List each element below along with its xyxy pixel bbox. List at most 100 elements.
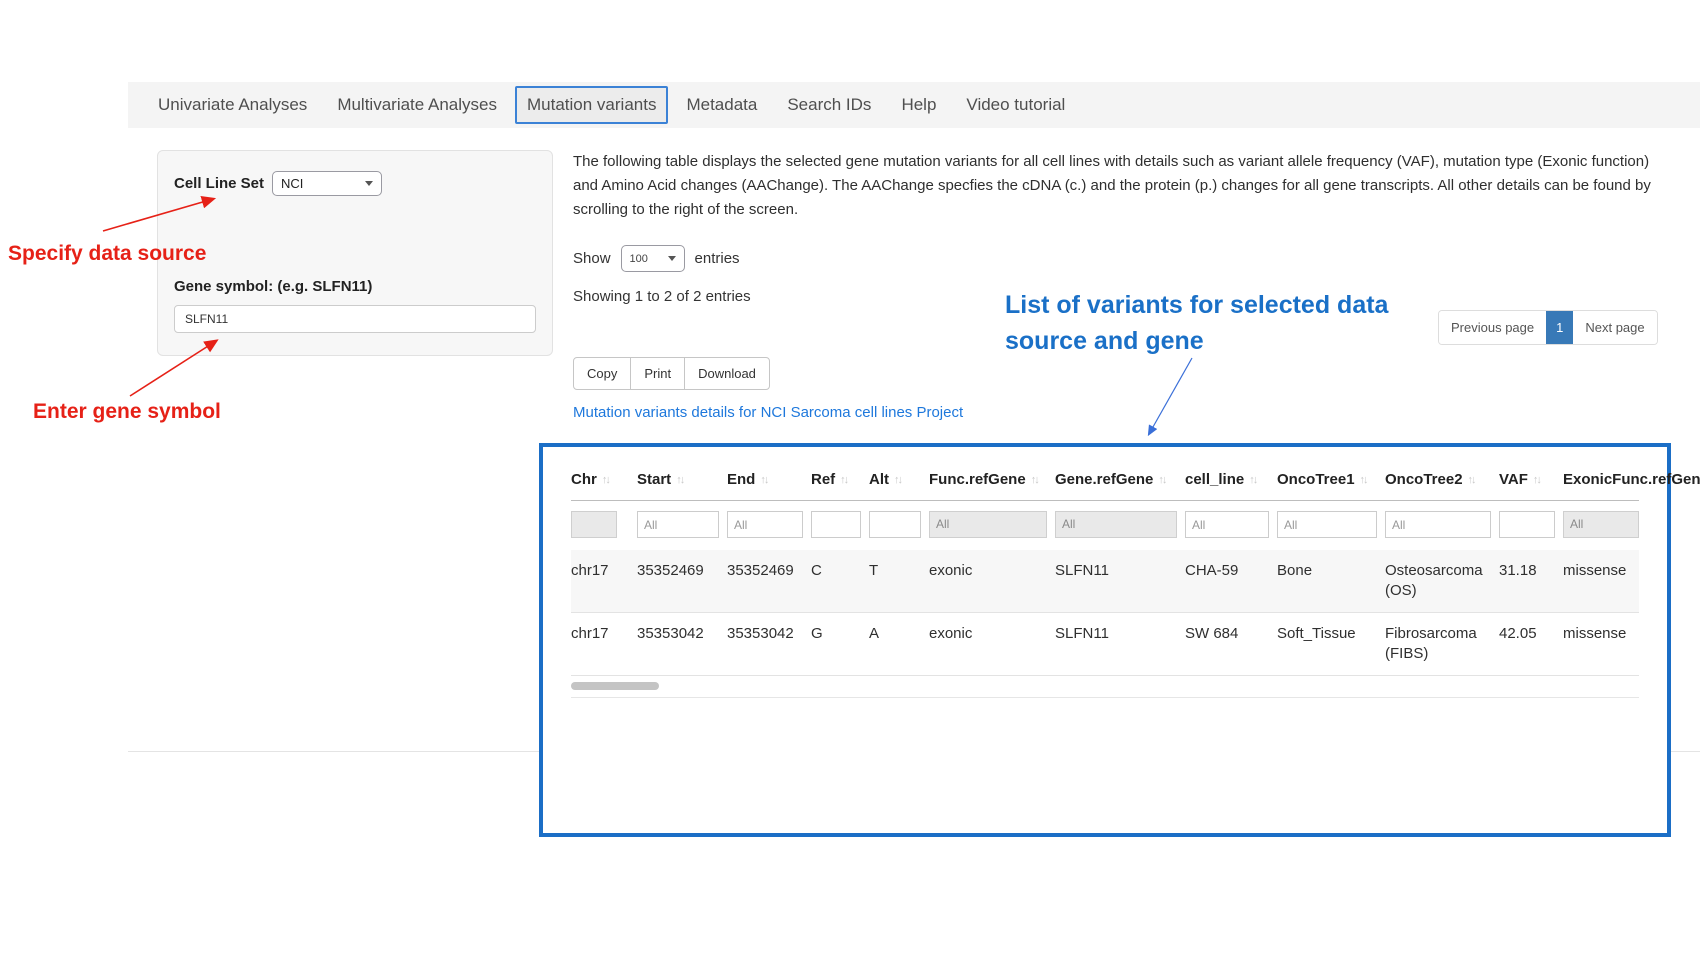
filter-vaf[interactable] <box>1499 511 1555 538</box>
sort-icon[interactable]: ↑↓ <box>840 474 847 486</box>
sort-icon[interactable]: ↑↓ <box>602 474 609 486</box>
column-header-oncotree2[interactable]: OncoTree2 ↑↓ <box>1385 471 1491 500</box>
table-body: chr173535246935352469CTexonicSLFN11CHA-5… <box>571 550 1639 676</box>
filter-ref[interactable] <box>811 511 861 538</box>
gene-symbol-label: Gene symbol: (e.g. SLFN11) <box>174 278 536 295</box>
cell-line-set-select[interactable]: NCI <box>272 171 382 196</box>
sort-icon[interactable]: ↑↓ <box>1533 474 1540 486</box>
tab-search-ids[interactable]: Search IDs <box>775 86 883 124</box>
column-header-func-refgene[interactable]: Func.refGene ↑↓ <box>929 471 1047 500</box>
cell-vaf: 31.18 <box>1499 561 1555 601</box>
horizontal-scrollbar[interactable] <box>571 676 1639 698</box>
previous-page-button[interactable]: Previous page <box>1439 311 1546 344</box>
tab-video-tutorial[interactable]: Video tutorial <box>954 86 1077 124</box>
cell-alt: A <box>869 624 921 664</box>
filter-cell <box>869 511 921 538</box>
column-label: ExonicFunc.refGene <box>1563 471 1700 488</box>
sort-icon[interactable]: ↑↓ <box>760 474 767 486</box>
column-label: Func.refGene <box>929 471 1026 488</box>
tab-metadata[interactable]: Metadata <box>674 86 769 124</box>
page-length-select[interactable]: 100 <box>621 245 685 272</box>
filter-cell <box>637 511 719 538</box>
pagination: Previous page 1 Next page <box>1438 310 1658 345</box>
column-header-cell-line[interactable]: cell_line↑↓ <box>1185 471 1269 500</box>
filter-chr[interactable] <box>571 511 617 538</box>
cell-exonicfunc-refgene: missense <box>1563 624 1639 664</box>
column-label: OncoTree1 <box>1277 471 1355 488</box>
annotation-enter-gene-symbol: Enter gene symbol <box>33 400 221 424</box>
filter-oncotree2[interactable] <box>1385 511 1491 538</box>
column-header-alt[interactable]: Alt↑↓ <box>869 471 921 500</box>
copy-button[interactable]: Copy <box>573 357 631 390</box>
column-header-ref[interactable]: Ref ↑↓ <box>811 471 861 500</box>
annotation-specify-data-source: Specify data source <box>8 242 206 266</box>
column-header-oncotree1[interactable]: OncoTree1 ↑↓ <box>1277 471 1377 500</box>
sort-icon[interactable]: ↑↓ <box>1360 474 1367 486</box>
cell-gene-refgene: SLFN11 <box>1055 624 1177 664</box>
column-header-start[interactable]: Start ↑↓ <box>637 471 719 500</box>
sort-icon[interactable]: ↑↓ <box>894 474 901 486</box>
download-button[interactable]: Download <box>684 357 770 390</box>
filter-cell <box>1185 511 1269 538</box>
cell-ref: C <box>811 561 861 601</box>
scrollbar-thumb[interactable] <box>571 682 659 690</box>
column-header-exonicfunc-refgene[interactable]: ExonicFunc.refGene↑↓ <box>1563 471 1700 500</box>
sort-icon[interactable]: ↑↓ <box>1158 474 1165 486</box>
column-label: VAF <box>1499 471 1528 488</box>
filter-cell: All <box>1055 511 1177 538</box>
sort-icon[interactable]: ↑↓ <box>676 474 683 486</box>
filter-alt[interactable] <box>869 511 921 538</box>
cell-gene-refgene: SLFN11 <box>1055 561 1177 601</box>
filter-end[interactable] <box>727 511 803 538</box>
cell-ref: G <box>811 624 861 664</box>
parameters-panel: Cell Line Set NCI Gene symbol: (e.g. SLF… <box>157 150 553 356</box>
filter-cell <box>811 511 861 538</box>
next-page-button[interactable]: Next page <box>1573 311 1656 344</box>
sort-icon[interactable]: ↑↓ <box>1249 474 1256 486</box>
filter-cell: All <box>1563 511 1639 538</box>
show-label: Show <box>573 250 611 267</box>
filter-func-refgene[interactable]: All <box>929 511 1047 538</box>
filter-start[interactable] <box>637 511 719 538</box>
filter-cell-line[interactable] <box>1185 511 1269 538</box>
column-header-vaf[interactable]: VAF ↑↓ <box>1499 471 1555 500</box>
cell-start: 35353042 <box>637 624 719 664</box>
column-label: Start <box>637 471 671 488</box>
filter-gene-refgene[interactable]: All <box>1055 511 1177 538</box>
print-button[interactable]: Print <box>630 357 685 390</box>
filter-cell <box>1499 511 1555 538</box>
column-header-end[interactable]: End↑↓ <box>727 471 803 500</box>
variants-table-card: Chr↑↓Start↑↓End↑↓Ref↑↓Alt↑↓Func.refGene↑… <box>539 443 1671 837</box>
cell-vaf: 42.05 <box>1499 624 1555 664</box>
sort-icon[interactable]: ↑↓ <box>1468 474 1475 486</box>
table-row[interactable]: chr173535246935352469CTexonicSLFN11CHA-5… <box>571 550 1639 613</box>
project-details-link[interactable]: Mutation variants details for NCI Sarcom… <box>573 404 963 421</box>
cell-func-refgene: exonic <box>929 624 1047 664</box>
tab-univariate-analyses[interactable]: Univariate Analyses <box>146 86 319 124</box>
cell-cell-line: SW 684 <box>1185 624 1269 664</box>
annotation-list-of-variants: List of variants for selected data sourc… <box>1005 288 1435 359</box>
page-number-button[interactable]: 1 <box>1546 311 1573 344</box>
column-label: Chr <box>571 471 597 488</box>
filter-oncotree1[interactable] <box>1277 511 1377 538</box>
column-header-gene-refgene[interactable]: Gene.refGene↑↓ <box>1055 471 1177 500</box>
tab-help[interactable]: Help <box>889 86 948 124</box>
table-row[interactable]: chr173535304235353042GAexonicSLFN11SW 68… <box>571 613 1639 676</box>
cell-end: 35353042 <box>727 624 803 664</box>
chevron-down-icon <box>668 256 676 261</box>
cell-line-set-value: NCI <box>281 176 303 191</box>
column-header-chr[interactable]: Chr ↑↓ <box>571 471 629 500</box>
sort-icon[interactable]: ↑↓ <box>1031 474 1038 486</box>
column-label: Ref <box>811 471 835 488</box>
cell-start: 35352469 <box>637 561 719 601</box>
gene-symbol-input[interactable] <box>174 305 536 333</box>
cell-exonicfunc-refgene: missense <box>1563 561 1639 601</box>
cell-oncotree2: Osteosarcoma (OS) <box>1385 561 1491 601</box>
cell-oncotree1: Bone <box>1277 561 1377 601</box>
tab-multivariate-analyses[interactable]: Multivariate Analyses <box>325 86 509 124</box>
tab-mutation-variants[interactable]: Mutation variants <box>515 86 668 124</box>
blue-arrow-to-table <box>1149 358 1192 434</box>
column-label: OncoTree2 <box>1385 471 1463 488</box>
filter-exonicfunc-refgene[interactable]: All <box>1563 511 1639 538</box>
showing-entries-status: Showing 1 to 2 of 2 entries <box>573 288 751 305</box>
